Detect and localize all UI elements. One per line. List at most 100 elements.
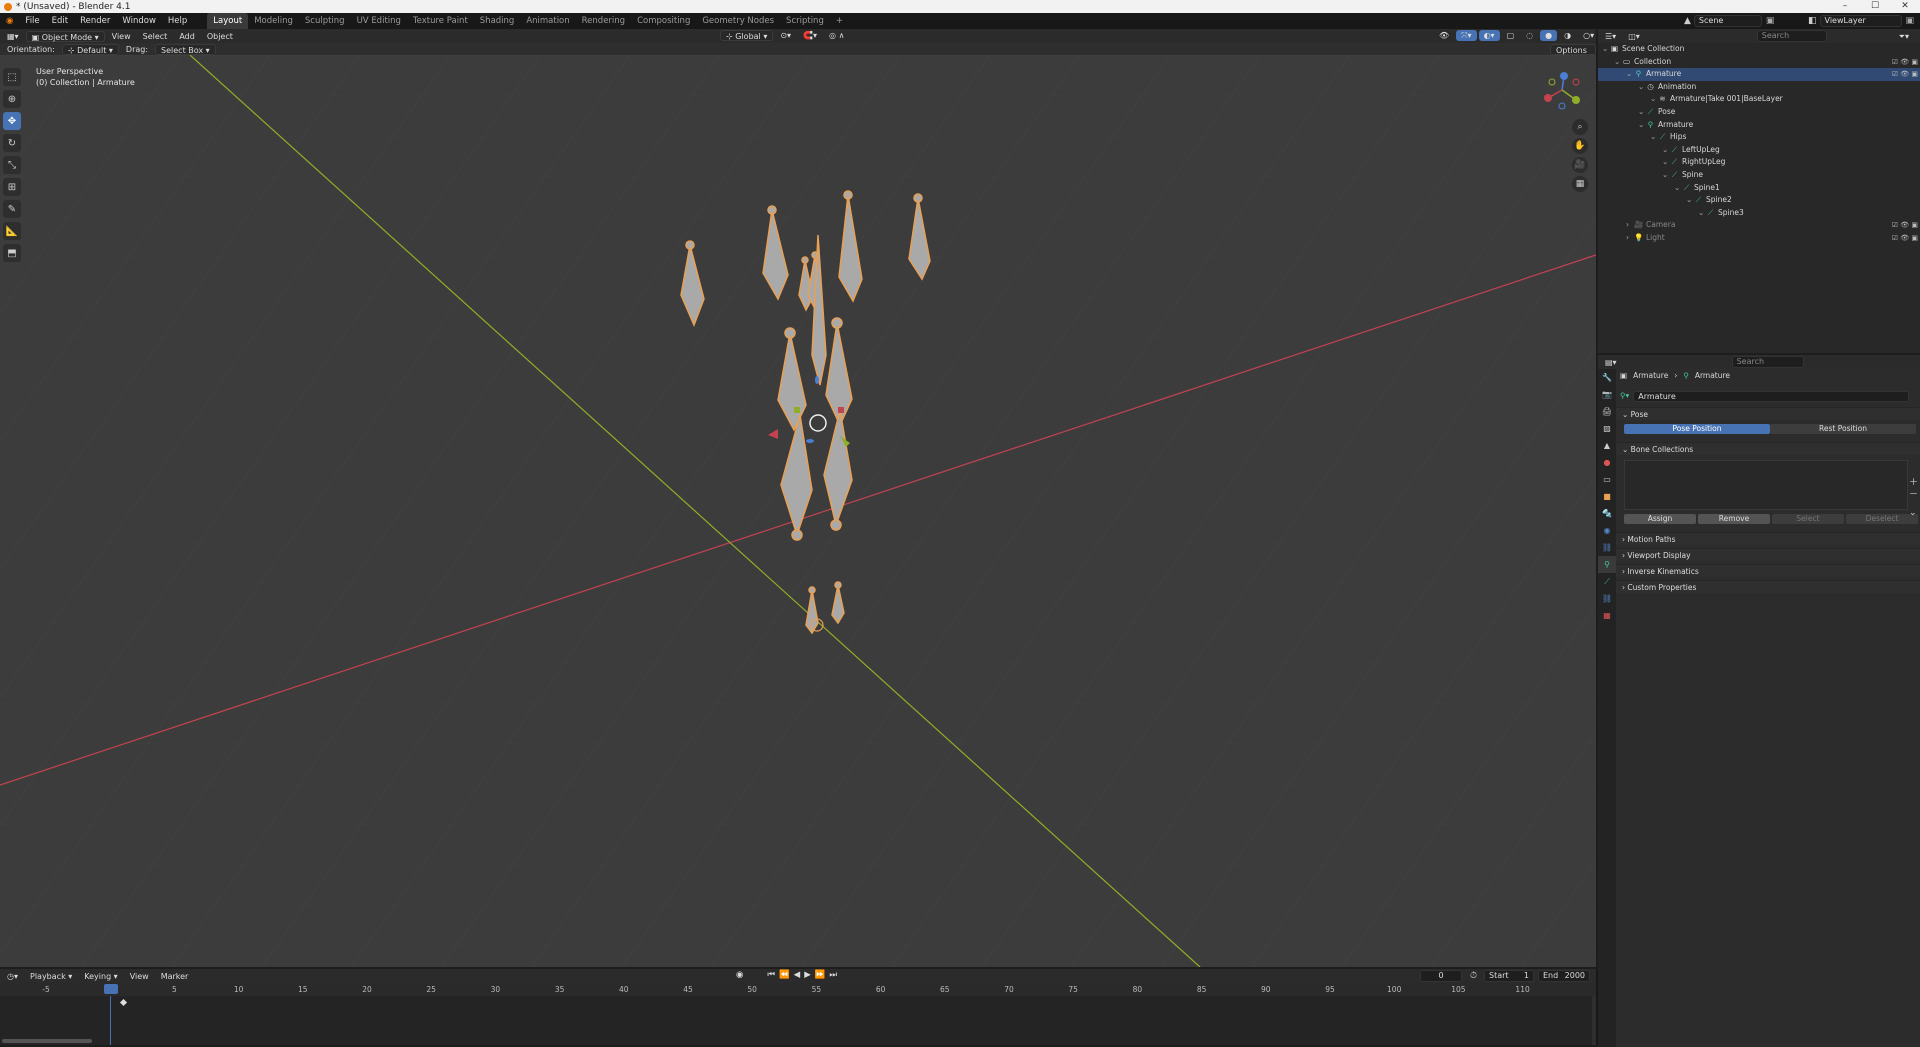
expand-arrow-icon[interactable]: ⌄ [1698,207,1706,220]
expand-arrow-icon[interactable]: › [1626,232,1634,245]
outliner-row[interactable]: ⌄ ◷ Animation [1598,81,1920,94]
expand-arrow-icon[interactable]: ⌄ [1662,144,1670,157]
transform-orientation[interactable]: ⊹ Global ▾ [720,30,774,41]
visibility-toggles-icon[interactable]: ☑ 👁 ▣ [1892,68,1918,81]
shading-solid-icon[interactable]: ● [1540,30,1558,41]
options-dropdown[interactable]: Options ▾ [1550,43,1596,66]
properties-editor-type-icon[interactable]: ▤▾ [1600,357,1622,368]
xray-icon[interactable]: ▢ [1502,30,1520,41]
timeline-track[interactable] [0,996,1596,1045]
menu-window[interactable]: Window [116,13,162,29]
minimize-icon[interactable]: – [1830,0,1860,13]
physics-tab-icon[interactable]: ◉ [1598,522,1616,539]
tab-geometry-nodes[interactable]: Geometry Nodes [696,13,780,29]
outliner-row[interactable]: › 💡 Light ☑ 👁 ▣ [1598,232,1920,245]
tab-modeling[interactable]: Modeling [248,13,299,29]
world-tab-icon[interactable]: ● [1598,454,1616,471]
scene-tab-icon[interactable]: ▲ [1598,437,1616,454]
viewlayer-selector[interactable]: ViewLayer [1819,15,1902,27]
modifiers-tab-icon[interactable]: 🔩 [1598,505,1616,522]
expand-arrow-icon[interactable]: ⌄ [1650,93,1658,106]
3d-viewport[interactable] [0,55,1596,967]
output-tab-icon[interactable]: 🖨 [1598,403,1616,420]
rest-position-button[interactable]: Rest Position [1770,424,1916,434]
expand-arrow-icon[interactable]: ⌄ [1674,182,1682,195]
play-reverse-icon[interactable]: ◀ [794,970,801,980]
expand-arrow-icon[interactable]: ⌄ [1626,68,1634,81]
outliner-row[interactable]: › 🎥 Camera ☑ 👁 ▣ [1598,219,1920,232]
tab-layout[interactable]: Layout [207,13,249,29]
jump-end-icon[interactable]: ⏭ [829,970,837,980]
menu-playback[interactable]: Playback ▾ [25,971,77,982]
jump-prev-keyframe-icon[interactable]: ⏪ [779,970,790,980]
menu-marker[interactable]: Marker [156,971,194,982]
tab-animation[interactable]: Animation [520,13,575,29]
outliner-row[interactable]: ⌄ ⟋ RightUpLeg [1598,156,1920,169]
outliner-row[interactable]: ⌄ ⟋ Spine [1598,169,1920,182]
bone-tab-icon[interactable]: ⟋ [1598,573,1616,590]
outliner-row[interactable]: ⌄ ⚲ Armature ☑ 👁 ▣ [1598,68,1920,81]
datablock-name-field[interactable]: Armature [1633,390,1910,402]
outliner-row[interactable]: ⌄ ▣ Scene Collection [1598,43,1920,56]
tab-sculpting[interactable]: Sculpting [299,13,351,29]
shading-rendered-icon[interactable]: ○▾ [1578,30,1599,41]
view-layer-tab-icon[interactable]: ▨ [1598,420,1616,437]
pose-position-button[interactable]: Pose Position [1624,424,1770,434]
remove-button[interactable]: Remove [1698,514,1770,524]
outliner-row[interactable]: ⌄ ⟋ Spine1 [1598,182,1920,195]
start-frame-field[interactable]: Start 1 [1484,970,1534,982]
deselect-button[interactable]: Deselect [1846,514,1918,524]
expand-arrow-icon[interactable]: › [1626,219,1634,232]
tab-texture-paint[interactable]: Texture Paint [407,13,474,29]
snap-icon[interactable]: 🧲▾ [798,30,822,41]
expand-arrow-icon[interactable]: ⌄ [1614,56,1622,69]
tab-scripting[interactable]: Scripting [780,13,830,29]
playhead-marker[interactable] [104,984,118,994]
outliner-row[interactable]: ⌄ ▭ Collection ☑ 👁 ▣ [1598,56,1920,69]
measure-tool-icon[interactable]: 📐 [3,222,21,240]
visibility-icon[interactable]: 👁▾ [1434,30,1454,51]
editor-type-icon[interactable]: ▦▾ [2,31,24,42]
maximize-icon[interactable]: ☐ [1860,0,1890,13]
bone-constraints-tab-icon[interactable]: ⛓ [1598,590,1616,607]
timeline-scrollbar[interactable] [2,1039,92,1043]
add-cube-tool-icon[interactable]: ⬒ [3,244,21,262]
jump-next-keyframe-icon[interactable]: ⏩ [815,970,826,980]
select-button[interactable]: Select [1772,514,1844,524]
camera-view-icon[interactable]: 🎥 [1572,157,1588,173]
collection-tab-icon[interactable]: ▭ [1598,471,1616,488]
menu-help[interactable]: Help [162,13,193,29]
viewport-display-panel-header[interactable]: › Viewport Display [1616,548,1920,561]
scene-new-icon[interactable]: ▣ [1766,16,1775,26]
viewlayer-new-icon[interactable]: ▣ [1906,16,1915,26]
motion-paths-panel-header[interactable]: › Motion Paths [1616,532,1920,545]
assign-button[interactable]: Assign [1624,514,1696,524]
select-box-tool-icon[interactable]: ⬚ [3,68,21,86]
blender-menu-icon[interactable]: ◉ [0,13,19,29]
current-frame-field[interactable]: 0 [1420,970,1462,982]
menu-file[interactable]: File [19,13,45,29]
tab-rendering[interactable]: Rendering [576,13,631,29]
ortho-grid-icon[interactable]: ▦ [1572,176,1588,192]
shading-wireframe-icon[interactable]: ◌ [1521,30,1538,41]
expand-arrow-icon[interactable]: ⌄ [1650,131,1658,144]
cursor-tool-icon[interactable]: ⊕ [3,90,21,108]
outliner-search-input[interactable]: Search [1756,30,1827,42]
constraints-tab-icon[interactable]: ⛓ [1598,539,1616,556]
move-tool-icon[interactable]: ✥ [3,112,21,130]
tool-tab-icon[interactable]: 🔧 [1598,369,1616,386]
expand-arrow-icon[interactable]: ⌄ [1638,81,1646,94]
custom-properties-panel-header[interactable]: › Custom Properties [1616,580,1920,593]
menu-view[interactable]: View [107,31,136,42]
outliner-row[interactable]: ⌄ ⟋ Hips [1598,131,1920,144]
pose-panel-header[interactable]: ⌄ Pose [1616,407,1920,420]
render-tab-icon[interactable]: 📷 [1598,386,1616,403]
jump-start-icon[interactable]: ⏮ [767,970,775,980]
tab-uv-editing[interactable]: UV Editing [351,13,407,29]
transform-tool-icon[interactable]: ⊞ [3,178,21,196]
zoom-icon[interactable]: ⌕ [1572,119,1588,135]
mode-selector[interactable]: ▣ Object Mode ▾ [25,30,105,42]
expand-arrow-icon[interactable]: ⌄ [1662,169,1670,182]
tab-compositing[interactable]: Compositing [631,13,696,29]
pivot-icon[interactable]: ⊙▾ [775,30,796,41]
